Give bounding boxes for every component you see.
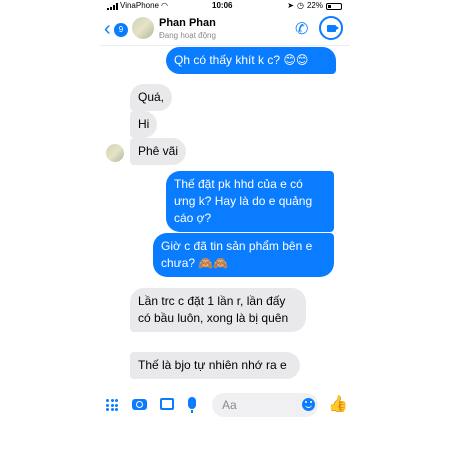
message-bubble-incoming[interactable]: Thế là bjo tự nhiên nhớ ra e: [130, 352, 300, 379]
wifi-icon: ◠: [161, 1, 168, 10]
battery-info: ➤ ◷ 22%: [287, 0, 342, 12]
avatar[interactable]: [106, 144, 124, 162]
phone-call-icon[interactable]: ✆: [295, 19, 308, 39]
contact-name[interactable]: Phan Phan: [159, 17, 216, 29]
clock: 10:06: [212, 1, 233, 10]
gallery-icon[interactable]: [160, 398, 174, 410]
message-bubble-outgoing[interactable]: Thế đặt pk hhd của e có ưng k? Hay là do…: [166, 171, 334, 232]
message-bubble-incoming[interactable]: Quá,: [130, 84, 173, 111]
message-bubble-outgoing[interactable]: Qh có thấy khít k c? 😊😊: [166, 47, 336, 74]
message-bubble-incoming[interactable]: Hi: [130, 111, 158, 138]
signal-icon: [107, 2, 118, 10]
message-bubble-incoming[interactable]: Phê vãi: [130, 138, 187, 165]
battery-icon: [326, 2, 342, 10]
avatar[interactable]: [132, 17, 154, 39]
location-icon: ➤: [287, 1, 294, 10]
more-actions-icon[interactable]: [106, 399, 118, 411]
back-icon[interactable]: ‹: [104, 19, 111, 39]
alarm-icon: ◷: [297, 1, 304, 10]
carrier-name: VinaPhone: [120, 1, 159, 10]
status-bar: VinaPhone ◠ 10:06 ➤ ◷ 22%: [0, 0, 450, 12]
message-bubble-outgoing[interactable]: Giờ c đã tin sản phẩm bên e chưa? 🙈🙈: [153, 233, 334, 277]
active-status: Đang hoạt động: [159, 31, 216, 40]
battery-percent: 22%: [306, 1, 323, 10]
emoji-icon[interactable]: [302, 398, 315, 411]
message-bubble-incoming[interactable]: Lần trc c đặt 1 lần r, lần đấy có bầu lu…: [130, 288, 306, 332]
carrier-info: VinaPhone ◠: [107, 0, 168, 12]
microphone-icon[interactable]: [188, 397, 196, 413]
chat-header: ‹ 9 Phan Phan Đang hoạt động ✆: [100, 12, 350, 46]
composer-bar: Aa 👍: [100, 390, 350, 420]
video-call-icon[interactable]: [319, 16, 343, 40]
thumbs-up-icon[interactable]: 👍: [328, 394, 348, 414]
camera-icon[interactable]: [132, 399, 147, 410]
unread-count-badge[interactable]: 9: [114, 23, 128, 37]
